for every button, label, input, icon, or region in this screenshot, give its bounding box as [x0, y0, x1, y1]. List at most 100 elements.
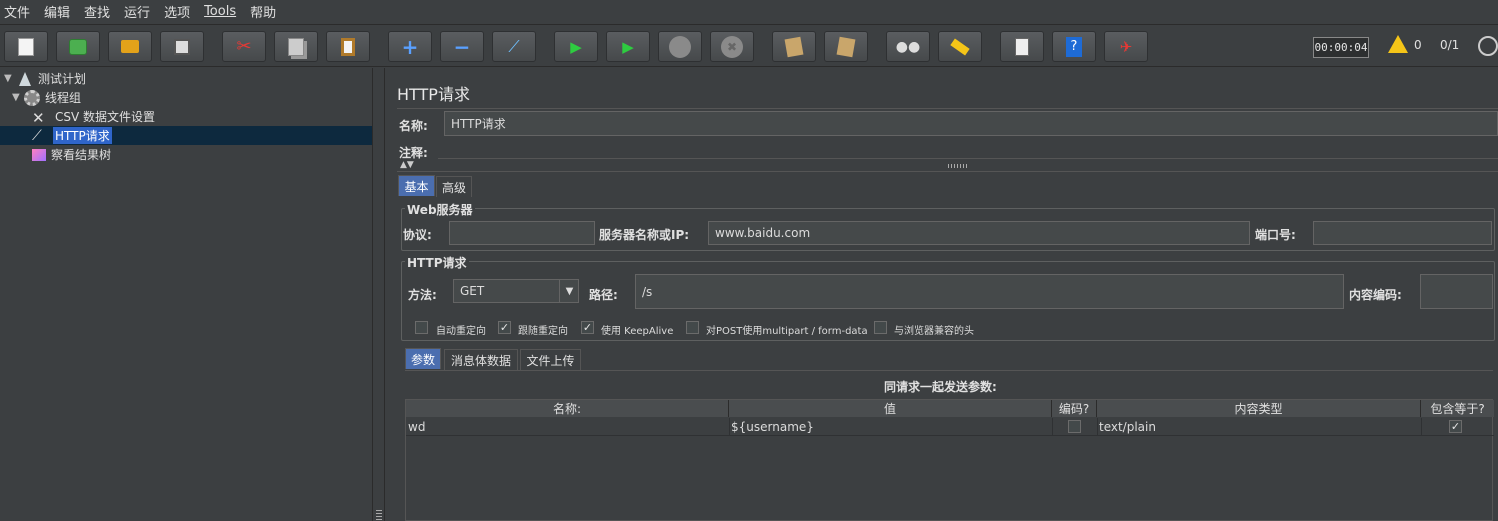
open-icon — [121, 40, 139, 53]
clear-icon — [784, 36, 804, 57]
grip-icon — [376, 510, 382, 521]
expand-all-button[interactable]: + — [388, 31, 432, 62]
warning-icon[interactable] — [1388, 35, 1408, 53]
cell-divider — [1421, 418, 1422, 435]
tree-item-thread-group[interactable]: ▼ 线程组 — [12, 88, 83, 107]
function-helper-button[interactable] — [1000, 31, 1044, 62]
cell-divider — [1052, 418, 1053, 435]
param-value-cell[interactable]: ${username} — [729, 418, 1052, 435]
paste-button[interactable] — [326, 31, 370, 62]
start-icon: ▶ — [570, 37, 582, 56]
copy-icon — [288, 37, 304, 56]
collapse-all-button[interactable]: − — [440, 31, 484, 62]
resize-grip-icon[interactable] — [948, 164, 968, 168]
tree-item-label: 察看结果树 — [51, 148, 112, 162]
menu-edit[interactable]: 编辑 — [44, 2, 70, 21]
follow-redirect-checkbox[interactable]: ✓ — [498, 321, 511, 334]
content-type-cell[interactable]: text/plain — [1097, 418, 1421, 435]
col-header-name[interactable]: 名称: — [406, 400, 729, 417]
gear-icon — [24, 89, 40, 106]
menu-tools[interactable]: Tools — [204, 4, 236, 19]
expand-icon: + — [401, 34, 419, 59]
collapse-arrows-icon[interactable]: ▲▼ — [400, 160, 414, 170]
keepalive-checkbox[interactable]: ✓ — [581, 321, 594, 334]
name-input[interactable]: HTTP请求 — [444, 111, 1498, 136]
reset-search-button[interactable] — [938, 31, 982, 62]
chevron-down-icon[interactable]: ▼ — [559, 279, 579, 303]
encode-checkbox[interactable] — [1068, 420, 1081, 433]
col-header-content-type[interactable]: 内容类型 — [1097, 400, 1421, 417]
encoding-input[interactable] — [1420, 274, 1493, 309]
toggle-button[interactable]: ⟋ — [492, 31, 536, 62]
menu-run[interactable]: 运行 — [124, 2, 150, 21]
pipette-icon: ⟋ — [32, 127, 42, 144]
wrench-icon: ✕ — [32, 108, 45, 127]
remote-status-icon — [1478, 36, 1498, 56]
tree-item-csv-config[interactable]: ✕ CSV 数据文件设置 — [32, 107, 157, 127]
test-plan-tree: ▼ 测试计划 ▼ 线程组 ✕ CSV 数据文件设置 ⟋ HTTP请求 察看结果树 — [0, 68, 372, 521]
tree-item-label: 线程组 — [45, 91, 82, 105]
divider — [397, 108, 1498, 109]
open-button[interactable] — [108, 31, 152, 62]
col-header-value[interactable]: 值 — [729, 400, 1052, 417]
path-input[interactable]: /s — [635, 274, 1344, 309]
help-button[interactable]: ? — [1052, 31, 1096, 62]
start-no-pause-button[interactable]: ▶ — [606, 31, 650, 62]
browser-headers-checkbox[interactable] — [874, 321, 887, 334]
col-header-include-equals[interactable]: 包含等于? — [1421, 400, 1494, 417]
new-icon — [18, 37, 34, 56]
active-threads: 0/1 — [1440, 38, 1460, 52]
row-divider — [406, 435, 1494, 436]
binoculars-icon: ●● — [895, 38, 921, 55]
include-equals-checkbox[interactable]: ✓ — [1449, 420, 1462, 433]
menu-search[interactable]: 查找 — [84, 2, 110, 21]
list-icon — [1015, 37, 1029, 56]
menu-bar: 文件 编辑 查找 运行 选项 Tools 帮助 — [0, 0, 1498, 23]
shutdown-button[interactable]: ✖ — [710, 31, 754, 62]
tab-basic[interactable]: 基本 — [398, 175, 435, 196]
comment-input[interactable] — [438, 141, 1498, 159]
tab-advanced[interactable]: 高级 — [436, 176, 472, 197]
toggle-icon: ⟋ — [508, 36, 520, 56]
panel-title: HTTP请求 — [397, 85, 470, 104]
expand-arrow-icon[interactable]: ▼ — [12, 92, 24, 103]
clear-button[interactable] — [772, 31, 816, 62]
save-button[interactable] — [160, 31, 204, 62]
tree-item-http-request[interactable]: ⟋ HTTP请求 — [0, 126, 372, 145]
templates-icon — [69, 38, 87, 55]
method-label: 方法: — [408, 288, 437, 302]
col-header-encode[interactable]: 编码? — [1052, 400, 1097, 417]
warning-count: 0 — [1414, 38, 1422, 52]
multipart-checkbox[interactable] — [686, 321, 699, 334]
expand-arrow-icon[interactable]: ▼ — [4, 73, 16, 84]
param-name-cell[interactable]: wd — [406, 418, 729, 435]
port-input[interactable] — [1313, 221, 1492, 245]
stop-button[interactable] — [658, 31, 702, 62]
start-button[interactable]: ▶ — [554, 31, 598, 62]
method-value: GET — [460, 284, 485, 298]
clear-all-icon — [836, 36, 856, 57]
tab-parameters[interactable]: 参数 — [405, 348, 441, 369]
copy-button[interactable] — [274, 31, 318, 62]
start-no-pause-icon: ▶ — [622, 37, 634, 56]
menu-file[interactable]: 文件 — [4, 2, 30, 21]
search-button[interactable]: ●● — [886, 31, 930, 62]
menu-help[interactable]: 帮助 — [250, 2, 276, 21]
tab-body-data[interactable]: 消息体数据 — [444, 349, 518, 370]
cut-button[interactable]: ✂ — [222, 31, 266, 62]
remote-icon: ✈ — [1119, 37, 1133, 56]
server-input[interactable]: www.baidu.com — [708, 221, 1250, 245]
auto-redirect-checkbox[interactable] — [415, 321, 428, 334]
save-icon — [174, 38, 190, 55]
split-pane-divider[interactable] — [372, 68, 385, 521]
tree-item-test-plan[interactable]: ▼ 测试计划 — [4, 69, 88, 88]
tab-file-upload[interactable]: 文件上传 — [520, 349, 581, 370]
templates-button[interactable] — [56, 31, 100, 62]
remote-button[interactable]: ✈ — [1104, 31, 1148, 62]
protocol-input[interactable] — [449, 221, 595, 245]
tree-item-label: CSV 数据文件设置 — [55, 110, 156, 124]
clear-all-button[interactable] — [824, 31, 868, 62]
new-button[interactable] — [4, 31, 48, 62]
tree-item-results-tree[interactable]: 察看结果树 — [32, 145, 113, 164]
menu-options[interactable]: 选项 — [164, 2, 190, 21]
